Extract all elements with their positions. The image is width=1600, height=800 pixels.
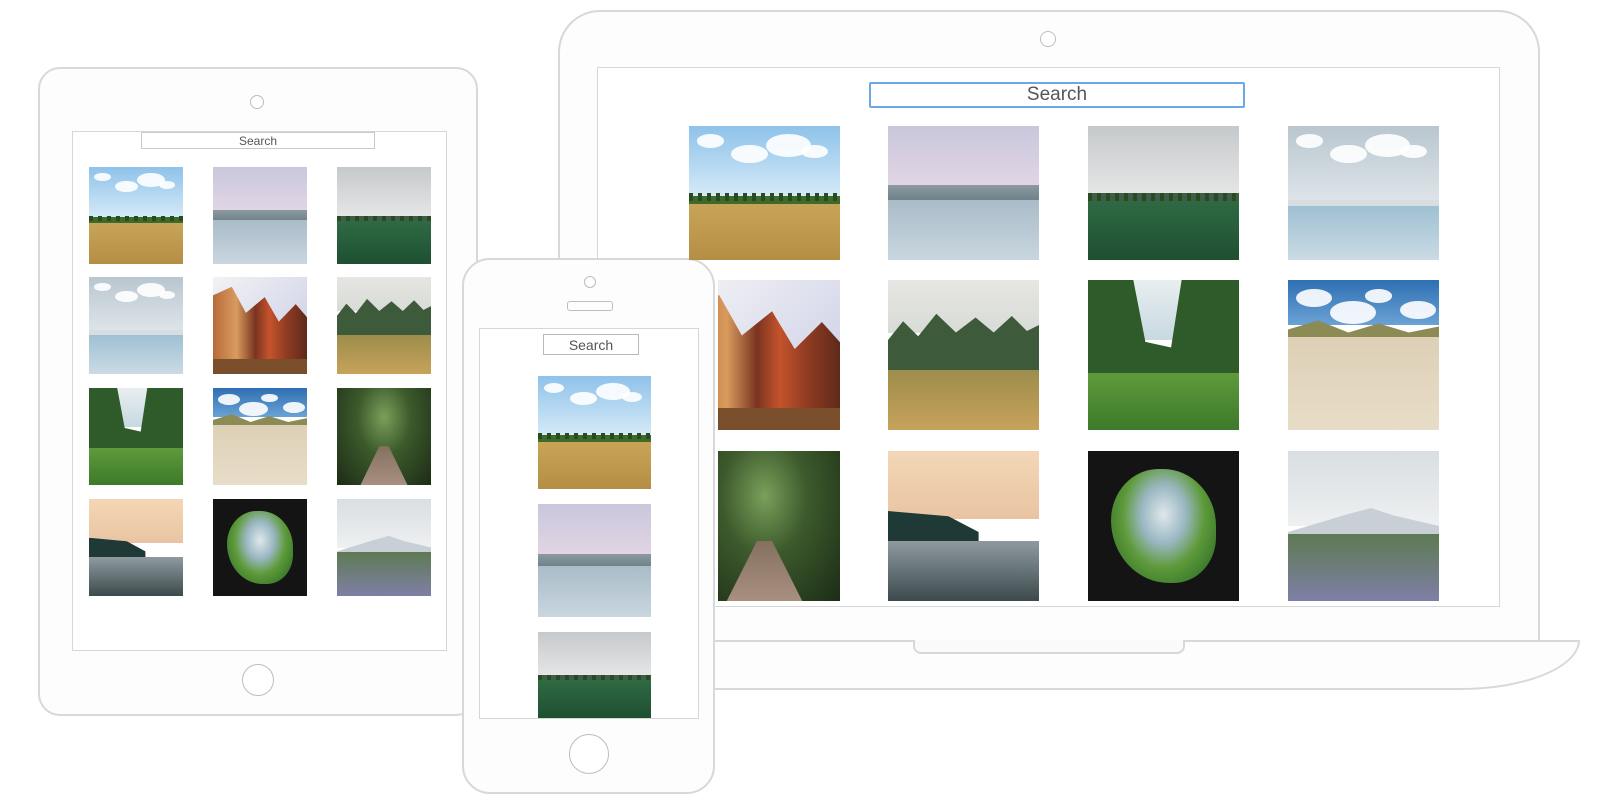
- tablet-photo-tile[interactable]: [337, 388, 431, 485]
- tablet-photo-tile[interactable]: [89, 499, 183, 596]
- tablet-photo-tile[interactable]: [337, 499, 431, 596]
- laptop-photo-tile[interactable]: [888, 126, 1039, 260]
- phone-speaker: [567, 301, 613, 311]
- phone-camera: [584, 276, 596, 288]
- tablet-photo-tile[interactable]: [213, 499, 307, 596]
- laptop-photo-tile[interactable]: [689, 126, 840, 260]
- laptop-photo-tile[interactable]: [1288, 280, 1439, 430]
- tablet-photo-tile[interactable]: [89, 277, 183, 374]
- tablet-search-input[interactable]: [141, 132, 375, 149]
- tablet-photo-tile[interactable]: [89, 167, 183, 264]
- phone-search-input[interactable]: [543, 334, 639, 355]
- laptop-photo-tile[interactable]: [1088, 451, 1239, 601]
- phone-photo-tile[interactable]: [538, 504, 651, 617]
- tablet-photo-tile[interactable]: [89, 388, 183, 485]
- laptop-photo-tile[interactable]: [1288, 126, 1439, 260]
- laptop-trackpad-notch: [913, 640, 1185, 654]
- tablet-photo-tile[interactable]: [213, 388, 307, 485]
- laptop-camera: [1040, 31, 1056, 47]
- laptop-photo-tile[interactable]: [1288, 451, 1439, 601]
- tablet-photo-tile[interactable]: [213, 277, 307, 374]
- phone-photo-tile[interactable]: [538, 632, 651, 718]
- tablet-photo-tile[interactable]: [337, 277, 431, 374]
- laptop-search-input[interactable]: [869, 82, 1245, 108]
- tablet-photo-tile[interactable]: [337, 167, 431, 264]
- phone-home-button[interactable]: [569, 734, 609, 774]
- laptop-photo-tile[interactable]: [888, 451, 1039, 601]
- tablet-photo-tile[interactable]: [213, 167, 307, 264]
- laptop-photo-tile[interactable]: [888, 280, 1039, 430]
- tablet-camera: [250, 95, 264, 109]
- tablet-home-button[interactable]: [242, 664, 274, 696]
- phone-photo-tile[interactable]: [538, 376, 651, 489]
- laptop-photo-tile[interactable]: [1088, 126, 1239, 260]
- laptop-photo-tile[interactable]: [1088, 280, 1239, 430]
